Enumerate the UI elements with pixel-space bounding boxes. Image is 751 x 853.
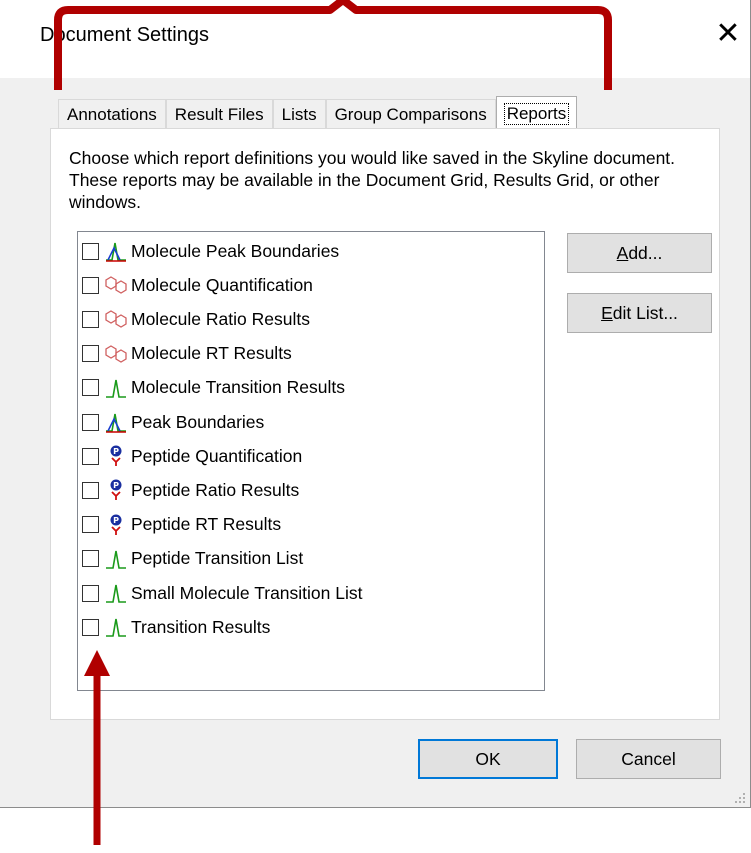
callout-overlay: [54, 0, 612, 845]
arrow-callout-head: [84, 650, 110, 676]
bracket-callout: [54, 0, 612, 90]
